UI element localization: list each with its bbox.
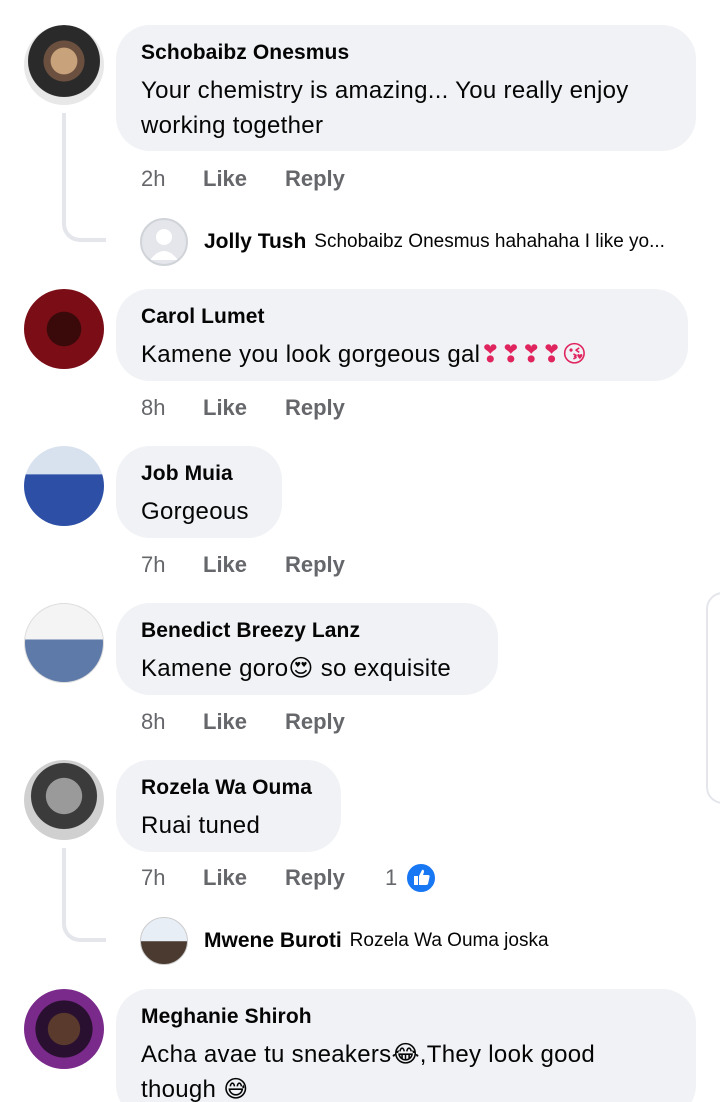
comment-text: Acha avae tu sneakers😂,They look good th… <box>141 1037 671 1102</box>
reaction-summary[interactable]: 1 <box>385 862 438 894</box>
comment-actions: 8h Like Reply <box>141 395 385 421</box>
comment-bubble[interactable]: Job Muia Gorgeous <box>116 446 282 538</box>
laughing-tears-emoji-icon: 😂 <box>391 1040 420 1068</box>
reply-button[interactable]: Reply <box>285 395 385 421</box>
reply-preview[interactable]: Jolly Tush Schobaibz Onesmus hahahaha I … <box>140 218 700 266</box>
comment-time[interactable]: 8h <box>141 395 203 421</box>
comment-text-body: though <box>141 1076 224 1102</box>
comment-text-body: ,They look good <box>419 1041 596 1068</box>
reply-author[interactable]: Mwene Buroti <box>204 929 342 953</box>
comment-bubble[interactable]: Meghanie Shiroh Acha avae tu sneakers😂,T… <box>116 989 696 1102</box>
avatar[interactable] <box>24 989 104 1069</box>
reaction-count: 1 <box>385 865 398 890</box>
comment-time[interactable]: 7h <box>141 865 203 891</box>
heart-eyes-emoji-icon: 😍 <box>288 654 314 682</box>
comment-bubble[interactable]: Carol Lumet Kamene you look gorgeous gal… <box>116 289 688 381</box>
heart-emoji-icon: ❣❣❣❣😘 <box>480 340 588 368</box>
floating-panel-edge <box>706 592 720 804</box>
comment-text-body: Kamene you look gorgeous gal <box>141 341 481 368</box>
comment-text-body: so exquisite <box>313 655 452 682</box>
reply-text: Rozela Wa Ouma joska <box>349 930 549 951</box>
like-button[interactable]: Like <box>203 709 285 735</box>
comment-author[interactable]: Schobaibz Onesmus <box>141 39 671 67</box>
comment-author[interactable]: Meghanie Shiroh <box>141 1003 671 1031</box>
reply-author[interactable]: Jolly Tush <box>204 230 306 254</box>
reply-preview[interactable]: Mwene Buroti Rozela Wa Ouma joska <box>140 917 549 965</box>
like-button[interactable]: Like <box>203 865 285 891</box>
comment-text: Kamene goro😍 so exquisite <box>141 651 473 686</box>
comment-time[interactable]: 8h <box>141 709 203 735</box>
avatar[interactable] <box>24 603 104 683</box>
reply-button[interactable]: Reply <box>285 552 385 578</box>
avatar[interactable] <box>24 760 104 840</box>
comment-time[interactable]: 7h <box>141 552 203 578</box>
comment-actions: 8h Like Reply <box>141 709 385 735</box>
comment-text: Your chemistry is amazing... You really … <box>141 77 629 139</box>
comment-bubble[interactable]: Schobaibz Onesmus Your chemistry is amaz… <box>116 25 696 151</box>
thread-line <box>62 848 106 942</box>
reply-button[interactable]: Reply <box>285 709 385 735</box>
thumbs-up-icon <box>405 862 438 894</box>
sweat-smile-emoji-icon: 😅 <box>223 1075 249 1102</box>
comment-author[interactable]: Carol Lumet <box>141 303 663 331</box>
comment-text-body: Kamene goro <box>141 655 289 682</box>
avatar[interactable] <box>24 289 104 369</box>
comment-actions: 7h Like Reply <box>141 552 385 578</box>
comment-text-body: Acha avae tu sneakers <box>141 1041 392 1068</box>
comment-author[interactable]: Job Muia <box>141 460 257 488</box>
comment-text: Kamene you look gorgeous gal❣❣❣❣😘 <box>141 337 663 372</box>
reply-button[interactable]: Reply <box>285 865 385 891</box>
comment-text: Ruai tuned <box>141 812 261 839</box>
comment-author[interactable]: Rozela Wa Ouma <box>141 774 316 802</box>
comment-time[interactable]: 2h <box>141 166 203 192</box>
comment-author[interactable]: Benedict Breezy Lanz <box>141 617 473 645</box>
comment-bubble[interactable]: Rozela Wa Ouma Ruai tuned <box>116 760 341 852</box>
avatar[interactable] <box>24 446 104 526</box>
comment-actions: 7h Like Reply 1 <box>141 862 438 894</box>
thread-line <box>62 113 106 242</box>
reply-text: Schobaibz Onesmus hahahaha I like yo... <box>314 231 665 252</box>
comment-text: Gorgeous <box>141 498 249 525</box>
default-avatar-icon[interactable] <box>140 218 188 266</box>
reply-button[interactable]: Reply <box>285 166 385 192</box>
like-button[interactable]: Like <box>203 552 285 578</box>
comment-bubble[interactable]: Benedict Breezy Lanz Kamene goro😍 so exq… <box>116 603 498 695</box>
comment-actions: 2h Like Reply <box>141 166 385 192</box>
like-button[interactable]: Like <box>203 395 285 421</box>
avatar[interactable] <box>140 917 188 965</box>
like-button[interactable]: Like <box>203 166 285 192</box>
avatar[interactable] <box>24 25 104 105</box>
